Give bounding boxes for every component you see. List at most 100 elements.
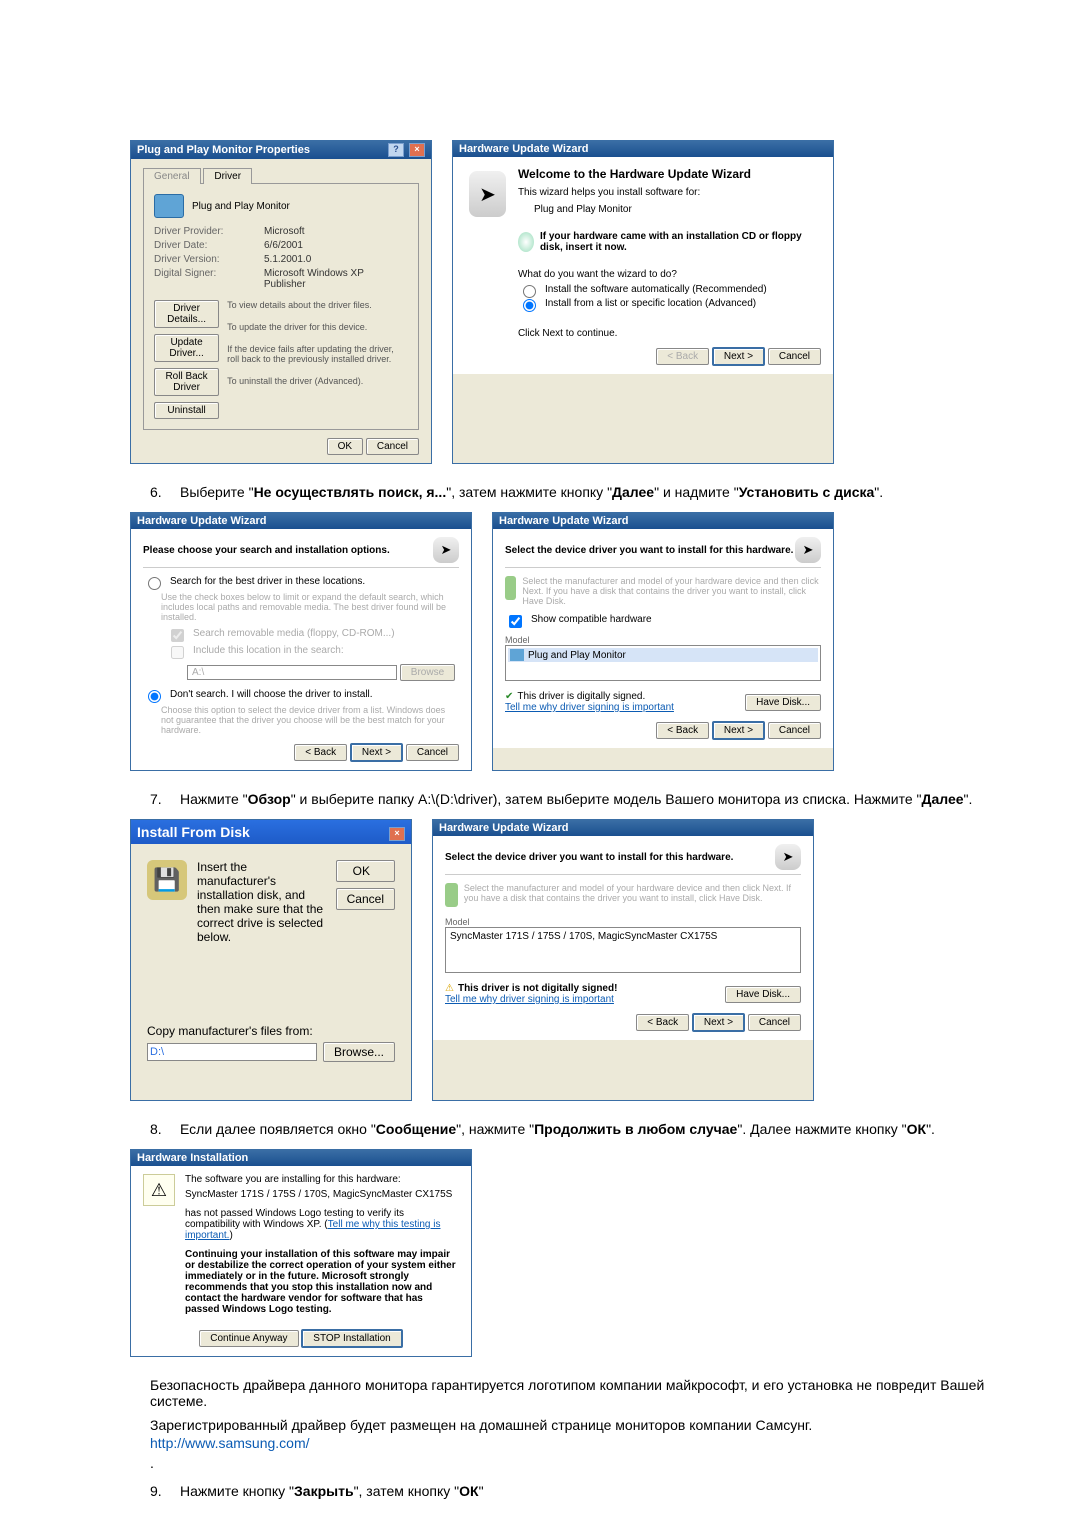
cancel-button[interactable]: Cancel	[748, 1014, 801, 1031]
tell-me-why-link[interactable]: Tell me why driver signing is important	[445, 994, 614, 1005]
cd-hint: If your hardware came with an installati…	[540, 231, 821, 253]
model-listbox[interactable]: SyncMaster 171S / 175S / 170S, MagicSync…	[445, 927, 801, 973]
tab-driver[interactable]: Driver	[203, 168, 252, 184]
wizard-arrow-icon: ➤	[469, 171, 506, 217]
driver-details-button[interactable]: Driver Details...	[154, 300, 219, 328]
close-icon[interactable]: ×	[409, 143, 425, 157]
footer-paragraph-1: Безопасность драйвера данного монитора г…	[150, 1377, 1010, 1409]
browse-button[interactable]: Browse	[400, 664, 455, 681]
not-signed-text: This driver is not digitally signed!	[458, 983, 617, 994]
disk-icon: 💾	[147, 860, 187, 900]
wizard-select-driver-dialog: Hardware Update Wizard Select the device…	[492, 512, 834, 771]
wizard-question: What do you want the wizard to do?	[518, 269, 821, 280]
item-label: Plug and Play Monitor	[528, 650, 626, 661]
help-text: Select the manufacturer and model of you…	[464, 883, 801, 907]
signer-value: Microsoft Windows XP Publisher	[264, 268, 408, 290]
heading: Select the device driver you want to ins…	[445, 852, 733, 863]
path-select[interactable]: A:\	[187, 665, 397, 680]
version-label: Driver Version:	[154, 254, 264, 265]
continue-anyway-button[interactable]: Continue Anyway	[199, 1330, 298, 1347]
chk-include-label: Include this location in the search:	[193, 645, 344, 656]
device-name: Plug and Play Monitor	[192, 201, 290, 212]
have-disk-button[interactable]: Have Disk...	[745, 694, 821, 711]
next-button[interactable]: Next >	[692, 1013, 745, 1032]
step-7: 7. Нажмите "Обзор" и выберите папку A:\(…	[150, 791, 1010, 807]
samsung-url-link[interactable]: http://www.samsung.com/	[150, 1435, 310, 1451]
title-text: Hardware Update Wizard	[137, 515, 267, 527]
line3b: )	[229, 1230, 232, 1241]
signed-icon: ✔	[505, 691, 513, 702]
step-text: Если далее появляется окно "Сообщение", …	[180, 1121, 1010, 1137]
list-item[interactable]: Plug and Play Monitor	[508, 648, 818, 662]
heading: Please choose your search and installati…	[143, 545, 390, 556]
heading: Select the device driver you want to ins…	[505, 545, 793, 556]
title-text: Hardware Update Wizard	[499, 515, 629, 527]
update-info: To update the driver for this device.	[227, 322, 408, 332]
next-hint: Click Next to continue.	[518, 328, 821, 339]
radio-dont-search[interactable]	[148, 690, 161, 703]
step-number: 6.	[150, 484, 180, 500]
ok-button[interactable]: OK	[327, 438, 363, 455]
radio-dont-label: Don't search. I will choose the driver t…	[170, 689, 373, 700]
radio-auto-label: Install the software automatically (Reco…	[545, 284, 767, 295]
wizard-arrow-icon: ➤	[433, 537, 459, 563]
wizard-arrow-icon: ➤	[795, 537, 821, 563]
window-controls: ×	[387, 823, 405, 841]
tab-general[interactable]: General	[143, 168, 201, 184]
close-icon[interactable]: ×	[389, 827, 405, 841]
step-text: Выберите "Не осуществлять поиск, я...", …	[180, 484, 1010, 500]
back-button[interactable]: < Back	[656, 722, 709, 739]
back-button[interactable]: < Back	[294, 744, 347, 761]
next-button[interactable]: Next >	[350, 743, 403, 762]
chip-icon	[445, 883, 458, 907]
step-6: 6. Выберите "Не осуществлять поиск, я...…	[150, 484, 1010, 500]
titlebar: Hardware Update Wizard	[453, 141, 833, 157]
stop-installation-button[interactable]: STOP Installation	[301, 1329, 402, 1348]
browse-button[interactable]: Browse...	[323, 1042, 395, 1062]
rollback-info: If the device fails after updating the d…	[227, 344, 408, 364]
radio-list[interactable]	[523, 299, 536, 312]
rollback-driver-button[interactable]: Roll Back Driver	[154, 368, 219, 396]
step-text: Нажмите "Обзор" и выберите папку A:\(D:\…	[180, 791, 1010, 807]
provider-value: Microsoft	[264, 226, 305, 237]
step-number: 8.	[150, 1121, 180, 1137]
help-icon[interactable]: ?	[388, 143, 404, 157]
ok-button[interactable]: OK	[336, 860, 395, 882]
cancel-button[interactable]: Cancel	[406, 744, 459, 761]
help-text: Select the manufacturer and model of you…	[522, 576, 821, 606]
back-button[interactable]: < Back	[656, 348, 709, 365]
chk-compat[interactable]	[509, 615, 522, 628]
next-button[interactable]: Next >	[712, 721, 765, 740]
path-input[interactable]: D:\	[147, 1043, 317, 1061]
list-item[interactable]: SyncMaster 171S / 175S / 170S, MagicSync…	[448, 930, 798, 943]
cancel-button[interactable]: Cancel	[336, 888, 395, 910]
have-disk-button[interactable]: Have Disk...	[725, 986, 801, 1003]
monitor-icon	[154, 194, 184, 218]
cancel-button[interactable]: Cancel	[366, 438, 419, 455]
title-text: Install From Disk	[137, 824, 250, 840]
next-button[interactable]: Next >	[712, 347, 765, 366]
titlebar: Plug and Play Monitor Properties ? ×	[131, 141, 431, 159]
dont-help: Choose this option to select the device …	[161, 705, 459, 735]
radio-search[interactable]	[148, 577, 161, 590]
wizard-device: Plug and Play Monitor	[534, 204, 821, 215]
hardware-installation-dialog: Hardware Installation ⚠ The software you…	[130, 1149, 472, 1357]
version-value: 5.1.2001.0	[264, 254, 311, 265]
back-button[interactable]: < Back	[636, 1014, 689, 1031]
wizard-search-dialog: Hardware Update Wizard Please choose you…	[130, 512, 472, 771]
wizard-welcome-dialog: Hardware Update Wizard ➤ Welcome to the …	[452, 140, 834, 464]
uninstall-button[interactable]: Uninstall	[154, 402, 219, 419]
model-listbox[interactable]: Plug and Play Monitor	[505, 645, 821, 681]
radio-auto[interactable]	[523, 285, 536, 298]
step-9: 9. Нажмите кнопку "Закрыть", затем кнопк…	[150, 1483, 1010, 1499]
cancel-button[interactable]: Cancel	[768, 722, 821, 739]
tell-me-why-link[interactable]: Tell me why driver signing is important	[505, 702, 674, 713]
radio-list-label: Install from a list or specific location…	[545, 298, 756, 309]
date-label: Driver Date:	[154, 240, 264, 251]
update-driver-button[interactable]: Update Driver...	[154, 334, 219, 362]
titlebar: Install From Disk ×	[131, 820, 411, 844]
cancel-button[interactable]: Cancel	[768, 348, 821, 365]
wizard-intro: This wizard helps you install software f…	[518, 187, 821, 198]
dialog-row-top: Plug and Play Monitor Properties ? × Gen…	[130, 140, 1010, 464]
bold-warning: Continuing your installation of this sof…	[185, 1249, 456, 1315]
